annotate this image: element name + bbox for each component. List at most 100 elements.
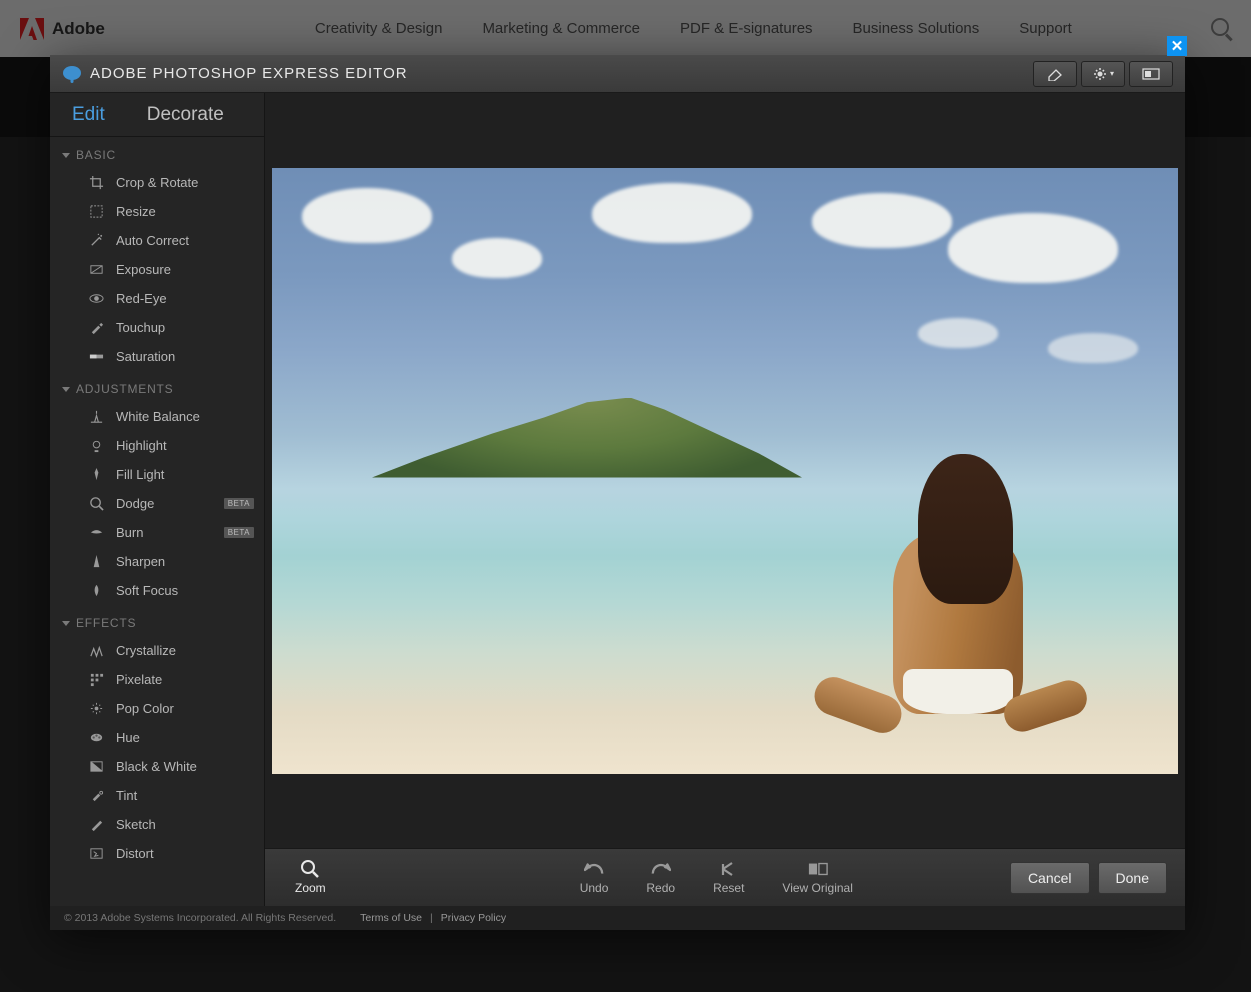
tab-decorate[interactable]: Decorate bbox=[147, 104, 224, 126]
pop-color-icon bbox=[88, 701, 104, 717]
distort-icon bbox=[88, 846, 104, 862]
tool-label: Auto Correct bbox=[116, 233, 189, 248]
tool-label: Fill Light bbox=[116, 467, 164, 482]
tool-sketch[interactable]: Sketch bbox=[50, 810, 264, 839]
tool-label: Red-Eye bbox=[116, 291, 167, 306]
eraser-button[interactable] bbox=[1033, 61, 1077, 87]
crystallize-icon bbox=[88, 643, 104, 659]
tool-burn[interactable]: Burn BETA bbox=[50, 518, 264, 547]
tool-crystallize[interactable]: Crystallize bbox=[50, 636, 264, 665]
sharpen-icon bbox=[88, 554, 104, 570]
tool-label: Touchup bbox=[116, 320, 165, 335]
tool-label: Burn bbox=[116, 525, 143, 540]
tint-icon bbox=[88, 788, 104, 804]
tool-label: Distort bbox=[116, 846, 154, 861]
tool-label: Tint bbox=[116, 788, 137, 803]
touchup-icon bbox=[88, 320, 104, 336]
tool-label: Saturation bbox=[116, 349, 175, 364]
close-button[interactable]: ✕ bbox=[1167, 36, 1187, 56]
resize-icon bbox=[88, 204, 104, 220]
photo-canvas[interactable] bbox=[272, 168, 1178, 774]
done-button[interactable]: Done bbox=[1098, 862, 1167, 894]
view-original-icon bbox=[808, 860, 828, 878]
sketch-icon bbox=[88, 817, 104, 833]
group-header-adjustments[interactable]: ADJUSTMENTS bbox=[50, 371, 264, 402]
zoom-icon bbox=[300, 860, 320, 878]
tool-hue[interactable]: Hue bbox=[50, 723, 264, 752]
tool-touchup[interactable]: Touchup bbox=[50, 313, 264, 342]
pixelate-icon bbox=[88, 672, 104, 688]
tool-label: Sharpen bbox=[116, 554, 165, 569]
undo-icon bbox=[584, 860, 604, 878]
tool-resize[interactable]: Resize bbox=[50, 197, 264, 226]
settings-button[interactable]: ▾ bbox=[1081, 61, 1125, 87]
saturation-icon bbox=[88, 349, 104, 365]
tool-pop-color[interactable]: Pop Color bbox=[50, 694, 264, 723]
tool-label: White Balance bbox=[116, 409, 200, 424]
tool-soft-focus[interactable]: Soft Focus bbox=[50, 576, 264, 605]
tool-label: Exposure bbox=[116, 262, 171, 277]
tool-label: Pixelate bbox=[116, 672, 162, 687]
highlight-icon bbox=[88, 438, 104, 454]
redo-icon bbox=[651, 860, 671, 878]
redo-button[interactable]: Redo bbox=[634, 860, 687, 895]
tool-dodge[interactable]: Dodge BETA bbox=[50, 489, 264, 518]
tool-label: Hue bbox=[116, 730, 140, 745]
auto-correct-icon bbox=[88, 233, 104, 249]
black-white-icon bbox=[88, 759, 104, 775]
sidebar: Edit Decorate BASIC Crop & Rotate Resize Au… bbox=[50, 93, 265, 906]
tab-edit[interactable]: Edit bbox=[72, 104, 105, 126]
beta-badge: BETA bbox=[224, 498, 254, 509]
tool-label: Sketch bbox=[116, 817, 156, 832]
view-original-button[interactable]: View Original bbox=[770, 860, 864, 895]
burn-icon bbox=[88, 525, 104, 541]
group-header-effects[interactable]: EFFECTS bbox=[50, 605, 264, 636]
app-icon bbox=[62, 64, 82, 84]
titlebar: ADOBE PHOTOSHOP EXPRESS EDITOR ▾ bbox=[50, 55, 1185, 93]
soft-focus-icon bbox=[88, 583, 104, 599]
tool-red-eye[interactable]: Red-Eye bbox=[50, 284, 264, 313]
tool-label: Crystallize bbox=[116, 643, 176, 658]
cancel-button[interactable]: Cancel bbox=[1010, 862, 1090, 894]
tool-sharpen[interactable]: Sharpen bbox=[50, 547, 264, 576]
tool-exposure[interactable]: Exposure bbox=[50, 255, 264, 284]
dodge-icon bbox=[88, 496, 104, 512]
group-header-basic[interactable]: BASIC bbox=[50, 137, 264, 168]
tool-label: Highlight bbox=[116, 438, 167, 453]
privacy-link[interactable]: Privacy Policy bbox=[441, 912, 506, 924]
tool-label: Resize bbox=[116, 204, 156, 219]
fullscreen-button[interactable] bbox=[1129, 61, 1173, 87]
canvas-area: Zoom Undo Redo Reset bbox=[265, 93, 1185, 906]
bottom-toolbar: Zoom Undo Redo Reset bbox=[265, 848, 1185, 906]
tool-pixelate[interactable]: Pixelate bbox=[50, 665, 264, 694]
undo-button[interactable]: Undo bbox=[568, 860, 621, 895]
tool-label: Soft Focus bbox=[116, 583, 178, 598]
tool-tint[interactable]: Tint bbox=[50, 781, 264, 810]
crop-rotate-icon bbox=[88, 175, 104, 191]
tool-label: Dodge bbox=[116, 496, 154, 511]
tool-fill-light[interactable]: Fill Light bbox=[50, 460, 264, 489]
tool-distort[interactable]: Distort bbox=[50, 839, 264, 868]
terms-link[interactable]: Terms of Use bbox=[360, 912, 422, 924]
beta-badge: BETA bbox=[224, 527, 254, 538]
tool-white-balance[interactable]: White Balance bbox=[50, 402, 264, 431]
red-eye-icon bbox=[88, 291, 104, 307]
white-balance-icon bbox=[88, 409, 104, 425]
editor-window: ✕ ADOBE PHOTOSHOP EXPRESS EDITOR ▾ Edit … bbox=[50, 55, 1185, 930]
footer: © 2013 Adobe Systems Incorporated. All R… bbox=[50, 906, 1185, 930]
app-title: ADOBE PHOTOSHOP EXPRESS EDITOR bbox=[90, 65, 408, 82]
reset-button[interactable]: Reset bbox=[701, 860, 756, 895]
tool-black-white[interactable]: Black & White bbox=[50, 752, 264, 781]
tool-label: Black & White bbox=[116, 759, 197, 774]
copyright: © 2013 Adobe Systems Incorporated. All R… bbox=[64, 912, 336, 924]
tool-highlight[interactable]: Highlight bbox=[50, 431, 264, 460]
tool-label: Crop & Rotate bbox=[116, 175, 198, 190]
tool-label: Pop Color bbox=[116, 701, 174, 716]
exposure-icon bbox=[88, 262, 104, 278]
tool-crop-rotate[interactable]: Crop & Rotate bbox=[50, 168, 264, 197]
hue-icon bbox=[88, 730, 104, 746]
zoom-button[interactable]: Zoom bbox=[283, 860, 338, 895]
reset-icon bbox=[719, 860, 739, 878]
tool-auto-correct[interactable]: Auto Correct bbox=[50, 226, 264, 255]
tool-saturation[interactable]: Saturation bbox=[50, 342, 264, 371]
